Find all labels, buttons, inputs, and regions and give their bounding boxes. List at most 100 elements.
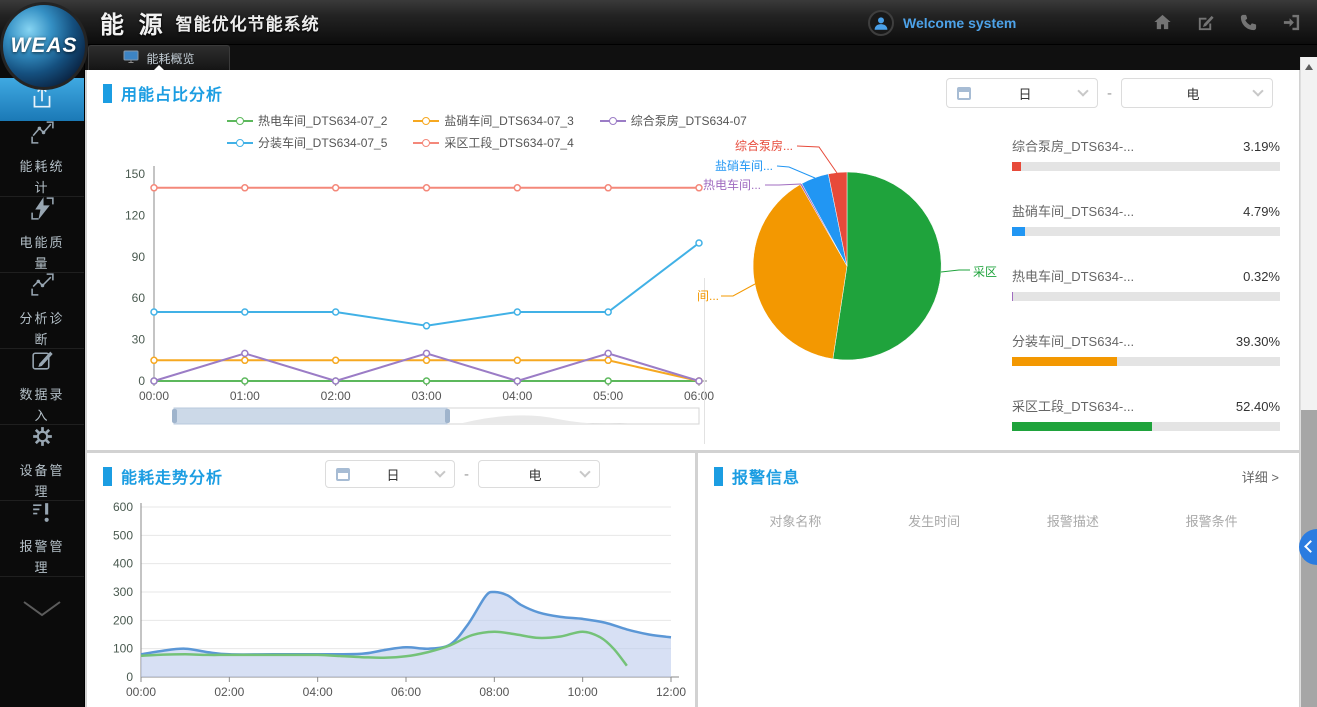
sidebar-item-analysis[interactable]: 分析诊断 <box>0 273 84 349</box>
app-title: 能 源 智能优化节能系统 <box>100 0 320 45</box>
svg-text:30: 30 <box>132 333 146 347</box>
trend-energy-select[interactable]: 电 <box>478 460 600 488</box>
chevron-down-icon <box>1252 85 1263 96</box>
svg-text:采区: 采区 <box>973 265 997 279</box>
usage-period-value: 日 <box>971 84 1079 103</box>
calendar-icon <box>336 468 350 481</box>
svg-text:04:00: 04:00 <box>303 685 333 699</box>
svg-text:500: 500 <box>113 528 133 542</box>
weas-logo: WEAS <box>0 2 88 90</box>
svg-text:01:00: 01:00 <box>230 389 260 403</box>
alarm-panel-title: 报警信息 <box>732 464 800 488</box>
alarm-panel-header: 报警信息 <box>714 464 800 488</box>
select-separator: - <box>464 466 469 483</box>
progress-bar <box>1012 292 1280 301</box>
svg-text:04:00: 04:00 <box>502 389 532 403</box>
ranking-row: 采区工段_DTS634-...52.40% <box>1012 396 1280 431</box>
progress-bar <box>1012 422 1280 431</box>
title-accent-bar <box>714 467 723 486</box>
svg-text:06:00: 06:00 <box>391 685 421 699</box>
usage-energy-value: 电 <box>1132 84 1254 103</box>
analysis-icon <box>29 271 56 303</box>
title-accent-bar <box>103 84 112 103</box>
svg-text:90: 90 <box>132 250 146 264</box>
svg-text:600: 600 <box>113 500 133 514</box>
alarm-detail-link[interactable]: 详细 > <box>1242 467 1279 486</box>
phone-icon[interactable] <box>1239 13 1258 32</box>
app-root: 能 源 智能优化节能系统 Welcome system WEAS <box>0 0 1317 707</box>
select-separator: - <box>1107 85 1112 102</box>
logout-icon[interactable] <box>1282 13 1301 32</box>
svg-text:200: 200 <box>113 613 133 627</box>
chevron-down-icon <box>20 599 64 624</box>
svg-text:03:00: 03:00 <box>411 389 441 403</box>
alarm-icon <box>29 499 56 531</box>
usage-period-select[interactable]: 日 <box>946 78 1098 108</box>
trend-area-chart[interactable]: 010020030040050060000:0002:0004:0006:000… <box>93 497 689 705</box>
alarm-table-header: 对象名称 发生时间 报警描述 报警条件 <box>726 511 1281 530</box>
svg-text:0: 0 <box>138 374 145 388</box>
legend-item[interactable]: 热电车间_DTS634-07_2 <box>227 112 387 129</box>
svg-text:100: 100 <box>113 642 133 656</box>
sidebar-item-energy-stats[interactable]: 能耗统计 <box>0 121 84 197</box>
svg-text:300: 300 <box>113 585 133 599</box>
gear-icon <box>29 423 56 455</box>
trend-panel-controls: 日 - 电 <box>325 460 600 488</box>
svg-text:150: 150 <box>125 167 145 181</box>
svg-text:综合泵房...: 综合泵房... <box>735 138 793 153</box>
legend-item[interactable]: 分装车间_DTS634-07_5 <box>227 134 387 151</box>
usage-pie-chart[interactable]: 采区间...热电车间...盐硝车间...综合泵房... <box>687 126 997 398</box>
home-icon[interactable] <box>1153 13 1172 32</box>
svg-text:00:00: 00:00 <box>139 389 169 403</box>
trend-panel-title: 能耗走势分析 <box>121 464 223 488</box>
column-header: 对象名称 <box>726 511 865 530</box>
title-accent-bar <box>103 467 112 486</box>
lightning-icon <box>29 195 56 227</box>
chevron-down-icon <box>1077 85 1088 96</box>
svg-text:120: 120 <box>125 208 145 222</box>
app-title-sub: 智能优化节能系统 <box>176 10 320 35</box>
header-actions <box>1153 0 1301 45</box>
svg-text:盐硝车间...: 盐硝车间... <box>715 158 773 173</box>
sidebar-item-data-entry[interactable]: 数据录入 <box>0 349 84 425</box>
sidebar-item-power-quality[interactable]: 电能质量 <box>0 197 84 273</box>
svg-text:60: 60 <box>132 291 146 305</box>
svg-text:间...: 间... <box>697 289 719 303</box>
chevron-left-icon <box>1304 540 1317 553</box>
svg-text:400: 400 <box>113 557 133 571</box>
sidebar-item-device-mgmt[interactable]: 设备管理 <box>0 425 84 501</box>
usage-analysis-panel: 用能占比分析 日 - 电 热电车间_DTS634-07_2 <box>87 70 1299 450</box>
scroll-up-icon[interactable] <box>1305 64 1313 70</box>
svg-text:12:00: 12:00 <box>656 685 686 699</box>
usage-line-chart[interactable]: 0 30 60 90 120 150 00:00 01:00 02:00 03:00 04:00 05… <box>99 156 719 441</box>
usage-energy-select[interactable]: 电 <box>1121 78 1273 108</box>
main-content: 用能占比分析 日 - 电 热电车间_DTS634-07_2 <box>85 70 1317 707</box>
column-header: 发生时间 <box>865 511 1004 530</box>
legend-item[interactable]: 采区工段_DTS634-07_4 <box>413 134 573 151</box>
svg-text:00:00: 00:00 <box>126 685 156 699</box>
legend-item[interactable]: 盐硝车间_DTS634-07_3 <box>413 112 573 129</box>
alarm-info-panel: 报警信息 详细 > 对象名称 发生时间 报警描述 报警条件 <box>698 453 1299 707</box>
trend-icon <box>29 119 56 151</box>
app-title-main: 能 源 <box>100 5 167 40</box>
svg-text:02:00: 02:00 <box>321 389 351 403</box>
tab-energy-overview[interactable]: 能耗概览 <box>88 45 230 70</box>
trend-energy-value: 电 <box>489 465 581 484</box>
data-entry-icon <box>29 347 56 379</box>
sidebar-expand-button[interactable] <box>0 577 84 645</box>
usage-panel-title: 用能占比分析 <box>121 81 223 105</box>
svg-text:08:00: 08:00 <box>479 685 509 699</box>
monitor-icon <box>123 50 139 67</box>
progress-bar <box>1012 357 1280 366</box>
trend-analysis-panel: 能耗走势分析 日 - 电 010020030040050060000:0002:… <box>87 453 695 707</box>
svg-text:10:00: 10:00 <box>568 685 598 699</box>
chevron-down-icon <box>434 466 445 477</box>
scrollbar[interactable] <box>1300 57 1317 707</box>
sidebar-item-alarm-mgmt[interactable]: 报警管理 <box>0 501 84 577</box>
progress-bar <box>1012 227 1280 236</box>
tab-label: 能耗概览 <box>146 50 194 67</box>
user-avatar-icon <box>868 10 894 36</box>
edit-icon[interactable] <box>1196 13 1215 32</box>
svg-text:05:00: 05:00 <box>593 389 623 403</box>
trend-period-select[interactable]: 日 <box>325 460 455 488</box>
